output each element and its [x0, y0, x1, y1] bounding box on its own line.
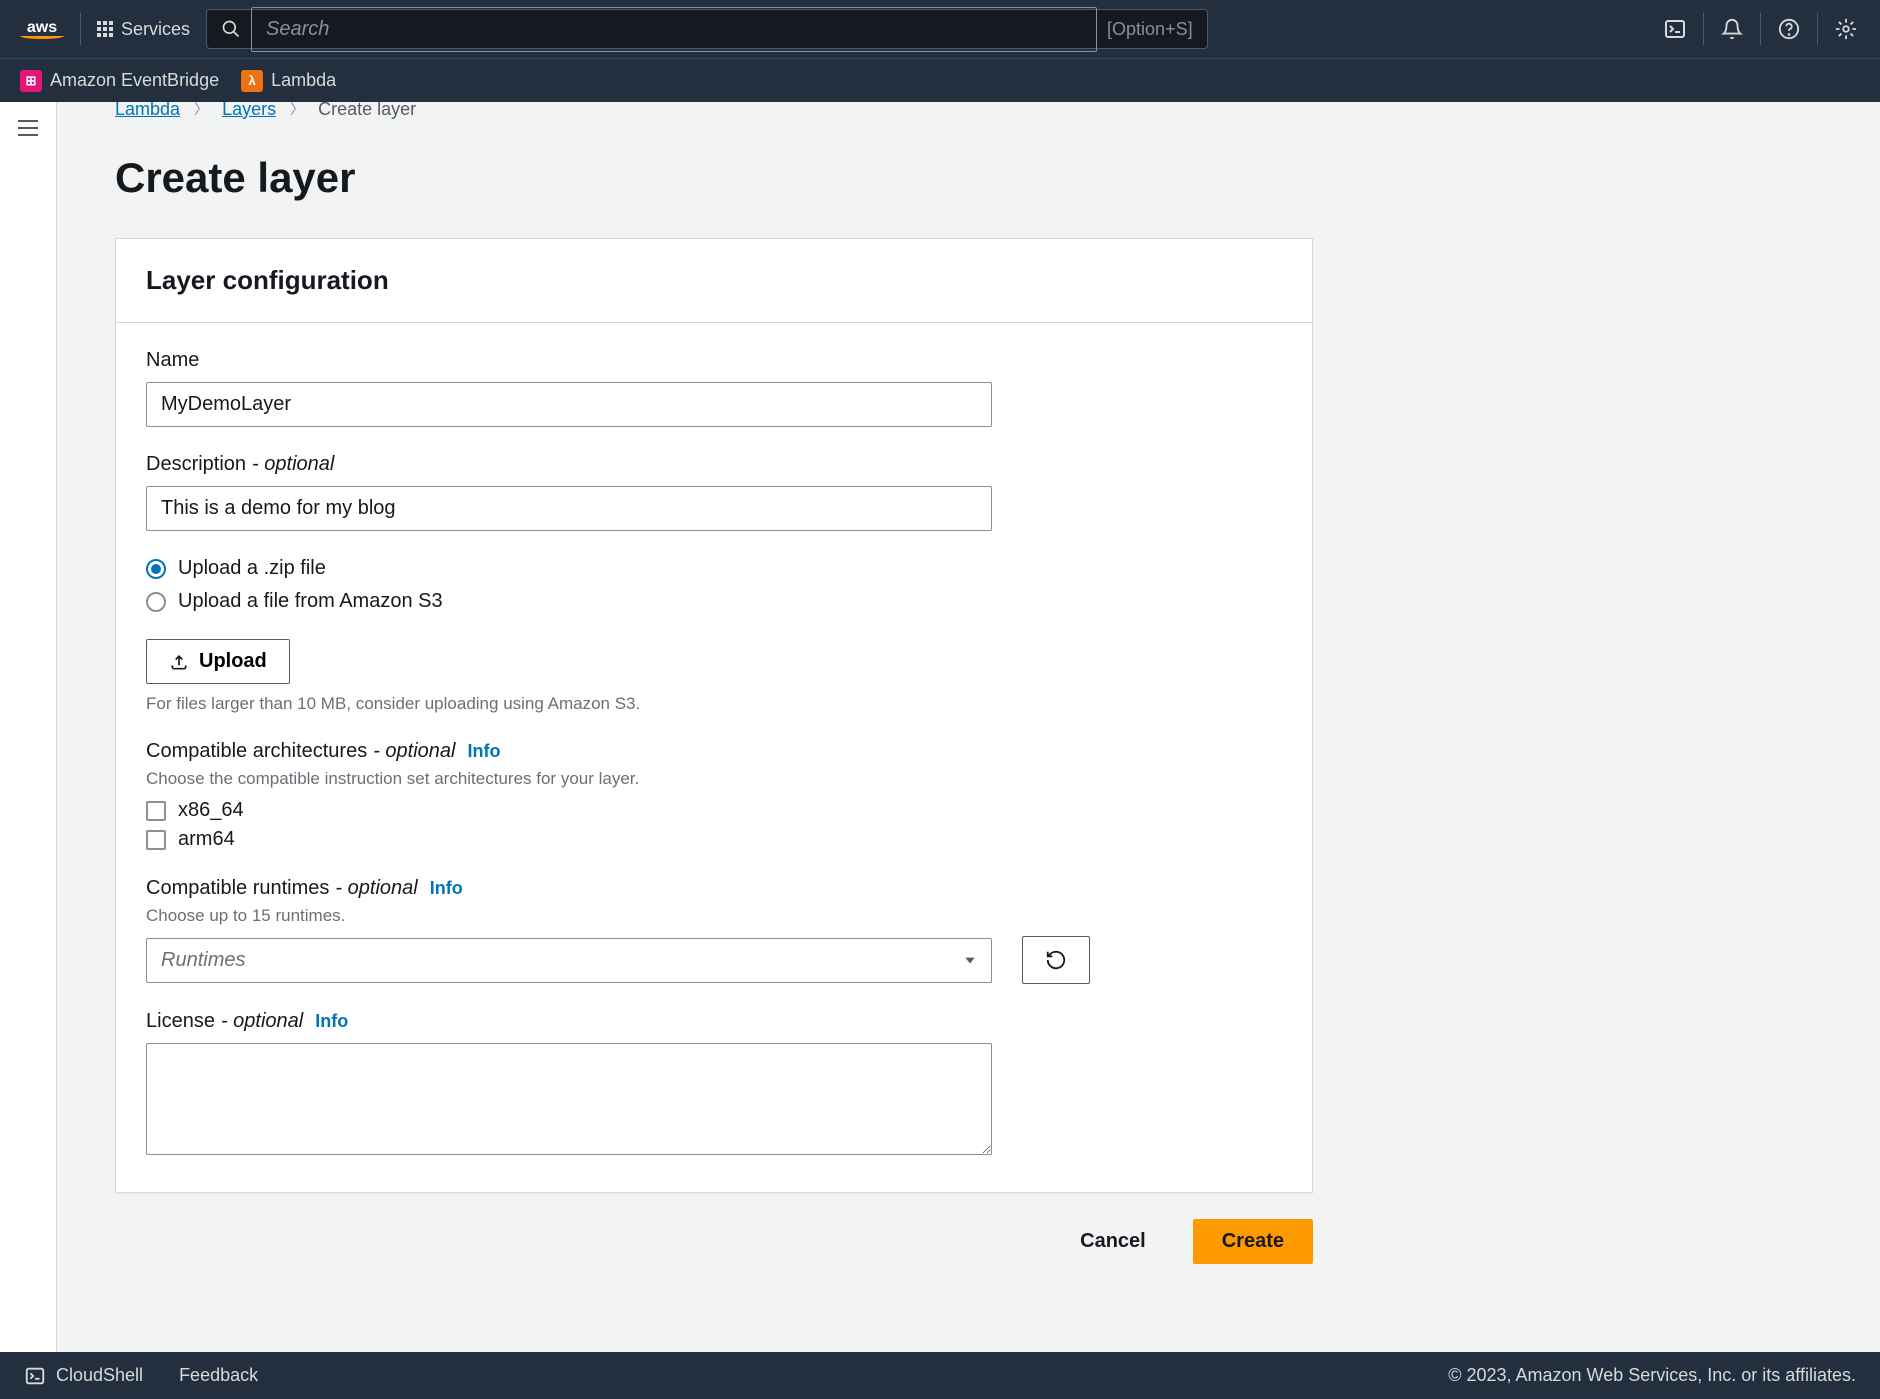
- top-nav: aws Services [Option+S]: [0, 0, 1880, 58]
- optional-text: - optional: [335, 877, 417, 900]
- field-runtimes: Compatible runtimes - optional Info Choo…: [146, 877, 1282, 984]
- checkbox-x86-64[interactable]: x86_64: [146, 799, 1282, 822]
- eventbridge-icon: ⊞: [20, 70, 42, 92]
- radio-label: Upload a file from Amazon S3: [178, 590, 443, 613]
- runtimes-description: Choose up to 15 runtimes.: [146, 906, 1282, 926]
- field-upload: Upload For files larger than 10 MB, cons…: [146, 639, 1282, 714]
- cloudshell-button[interactable]: CloudShell: [24, 1365, 143, 1387]
- gear-icon[interactable]: [1832, 15, 1860, 43]
- checkbox-arm64[interactable]: arm64: [146, 828, 1282, 851]
- field-architectures: Compatible architectures - optional Info…: [146, 740, 1282, 851]
- search-icon: [221, 19, 241, 39]
- chevron-right-icon: 〉: [290, 102, 304, 119]
- info-link-arch[interactable]: Info: [468, 741, 501, 762]
- radio-upload-zip[interactable]: Upload a .zip file: [146, 557, 1282, 580]
- optional-text: - optional: [373, 740, 455, 763]
- radio-icon: [146, 559, 166, 579]
- info-link-license[interactable]: Info: [315, 1011, 348, 1032]
- fav-label: Amazon EventBridge: [50, 70, 219, 91]
- radio-upload-s3[interactable]: Upload a file from Amazon S3: [146, 590, 1282, 613]
- aws-logo[interactable]: aws: [20, 19, 64, 39]
- fav-label: Lambda: [271, 70, 336, 91]
- chevron-right-icon: 〉: [194, 102, 208, 119]
- description-input[interactable]: [146, 486, 992, 531]
- checkbox-icon: [146, 801, 166, 821]
- breadcrumb-lambda[interactable]: Lambda: [115, 102, 180, 120]
- upload-button[interactable]: Upload: [146, 639, 290, 684]
- breadcrumb-layers[interactable]: Layers: [222, 102, 276, 120]
- nav-divider: [80, 13, 81, 45]
- hamburger-icon: [18, 120, 38, 136]
- license-textarea[interactable]: [146, 1043, 992, 1155]
- checkbox-label: arm64: [178, 828, 235, 851]
- create-button[interactable]: Create: [1193, 1219, 1313, 1264]
- arch-label: Compatible architectures: [146, 740, 367, 763]
- license-label: License: [146, 1010, 215, 1033]
- layer-config-panel: Layer configuration Name Description - o…: [115, 238, 1313, 1193]
- field-license: License - optional Info: [146, 1010, 1282, 1160]
- cancel-button[interactable]: Cancel: [1051, 1219, 1175, 1264]
- upload-icon: [169, 652, 189, 672]
- optional-text: - optional: [252, 453, 334, 476]
- name-input[interactable]: [146, 382, 992, 427]
- fav-item-lambda[interactable]: λ Lambda: [241, 70, 336, 92]
- info-link-runtimes[interactable]: Info: [430, 878, 463, 899]
- refresh-button[interactable]: [1022, 936, 1090, 984]
- checkbox-icon: [146, 830, 166, 850]
- cloudshell-label: CloudShell: [56, 1365, 143, 1386]
- panel-header: Layer configuration: [116, 239, 1312, 323]
- cloudshell-icon[interactable]: [1661, 15, 1689, 43]
- search-box[interactable]: [Option+S]: [206, 9, 1208, 49]
- runtimes-select[interactable]: Runtimes: [146, 938, 992, 983]
- lambda-icon: λ: [241, 70, 263, 92]
- favorites-bar: ⊞ Amazon EventBridge λ Lambda: [0, 58, 1880, 102]
- search-shortcut-hint: [Option+S]: [1107, 19, 1193, 40]
- field-upload-source: Upload a .zip file Upload a file from Am…: [146, 557, 1282, 613]
- services-label: Services: [121, 19, 190, 40]
- refresh-icon: [1045, 949, 1067, 971]
- runtimes-label: Compatible runtimes: [146, 877, 329, 900]
- cloudshell-icon: [24, 1365, 46, 1387]
- runtimes-placeholder: Runtimes: [161, 949, 245, 972]
- form-actions: Cancel Create: [115, 1219, 1313, 1264]
- bell-icon[interactable]: [1718, 15, 1746, 43]
- aws-smile-icon: [20, 33, 64, 39]
- name-label: Name: [146, 349, 199, 372]
- field-description: Description - optional: [146, 453, 1282, 531]
- panel-title: Layer configuration: [146, 265, 1282, 296]
- page-title: Create layer: [115, 154, 1822, 202]
- feedback-link[interactable]: Feedback: [179, 1365, 258, 1386]
- copyright-text: © 2023, Amazon Web Services, Inc. or its…: [1448, 1365, 1856, 1386]
- breadcrumb-current: Create layer: [318, 102, 416, 120]
- nav-divider: [1817, 13, 1818, 45]
- services-button[interactable]: Services: [97, 19, 190, 40]
- radio-label: Upload a .zip file: [178, 557, 326, 580]
- grid-icon: [97, 21, 113, 37]
- nav-divider: [1760, 13, 1761, 45]
- field-name: Name: [146, 349, 1282, 427]
- nav-right-icons: [1661, 13, 1860, 45]
- upload-button-label: Upload: [199, 650, 267, 673]
- nav-divider: [1703, 13, 1704, 45]
- optional-text: - optional: [221, 1010, 303, 1033]
- arch-description: Choose the compatible instruction set ar…: [146, 769, 1282, 789]
- footer: CloudShell Feedback © 2023, Amazon Web S…: [0, 1352, 1880, 1399]
- checkbox-label: x86_64: [178, 799, 244, 822]
- description-label: Description: [146, 453, 246, 476]
- breadcrumb: Lambda 〉 Layers 〉 Create layer: [115, 102, 1822, 124]
- fav-item-eventbridge[interactable]: ⊞ Amazon EventBridge: [20, 70, 219, 92]
- search-input[interactable]: [251, 7, 1097, 52]
- radio-icon: [146, 592, 166, 612]
- caret-down-icon: [963, 953, 977, 967]
- sidebar-toggle[interactable]: [0, 102, 57, 1352]
- upload-hint: For files larger than 10 MB, consider up…: [146, 694, 1282, 714]
- help-icon[interactable]: [1775, 15, 1803, 43]
